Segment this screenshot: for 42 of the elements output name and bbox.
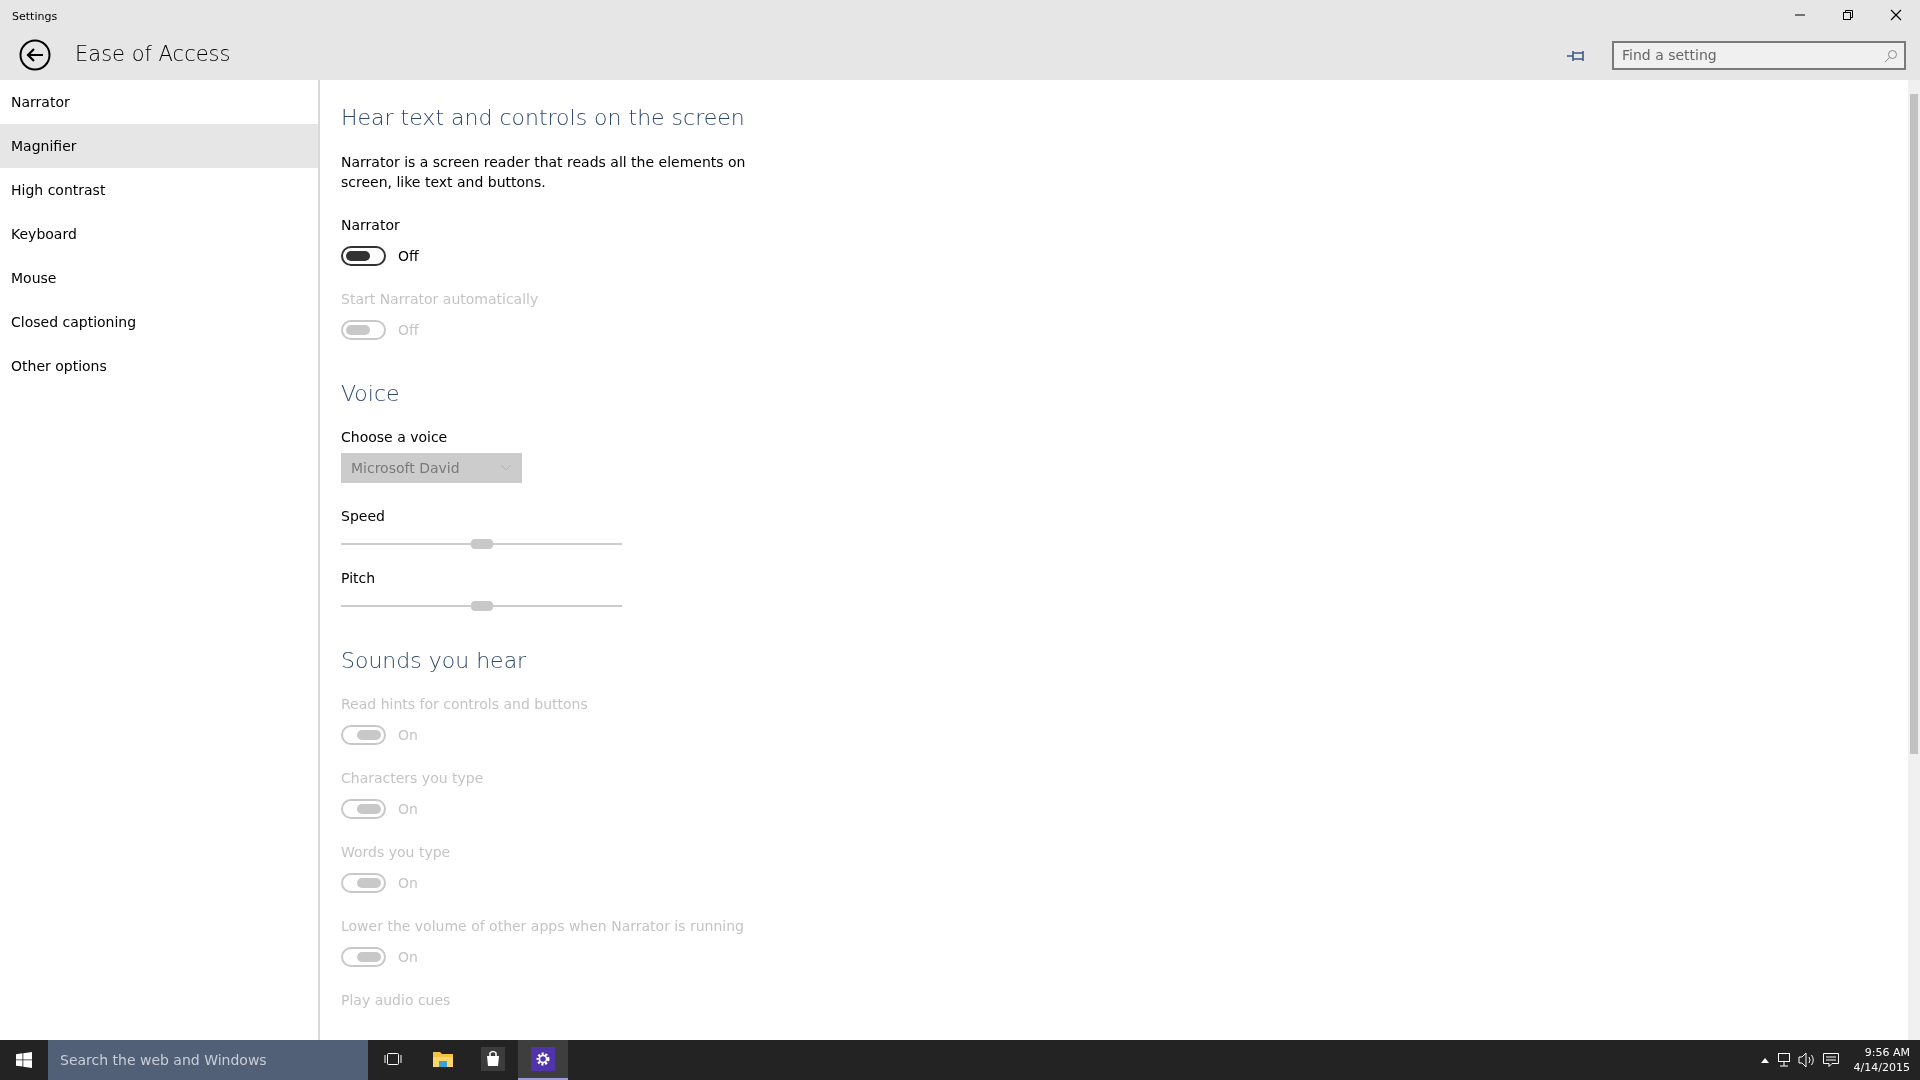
speaker-icon[interactable] — [1797, 1052, 1816, 1068]
setting-label: Words you type — [341, 843, 452, 862]
setting-label: Play audio cues — [341, 991, 452, 1010]
toggle-state-text: On — [398, 873, 418, 893]
section-heading: Hear text and controls on the screen — [341, 104, 746, 132]
sidebar-item[interactable]: Other options — [0, 344, 318, 388]
taskbar-search-field[interactable]: Search the web and Windows — [48, 1040, 368, 1080]
search-field[interactable]: Find a setting — [1612, 40, 1906, 70]
search-icon — [1884, 48, 1898, 63]
sidebar-item[interactable]: Keyboard — [0, 212, 318, 256]
sidebar-item[interactable]: Mouse — [0, 256, 318, 300]
section-heading: Voice — [341, 380, 401, 408]
chevron-down-icon — [500, 464, 512, 472]
toggle-state-text: Off — [398, 246, 419, 266]
notification-icon[interactable] — [1821, 1052, 1840, 1068]
setting-label: Characters you type — [341, 769, 485, 788]
toggle-state-text: On — [398, 947, 418, 967]
sidebar-item[interactable]: High contrast — [0, 168, 318, 212]
window-title: Settings — [11, 9, 58, 25]
section-heading: Sounds you hear — [341, 647, 528, 675]
toggle-state-text: Off — [398, 320, 419, 340]
setting-label: Lower the volume of other apps when Narrator is running — [341, 917, 745, 936]
page-title: Ease of Access — [75, 41, 231, 69]
setting-label: Read hints for controls and buttons — [341, 695, 589, 714]
settings-icon[interactable] — [518, 1040, 568, 1080]
toggle-switch[interactable] — [341, 246, 386, 266]
clock-date[interactable]: 4/14/2015 — [1853, 1060, 1910, 1075]
sidebar-item[interactable]: Closed captioning — [0, 300, 318, 344]
setting-label: Speed — [341, 507, 386, 526]
description-text: Narrator is a screen reader that reads all the elements on screen, like text and buttons. — [341, 153, 747, 192]
setting-label: Pitch — [341, 569, 377, 588]
setting-label: Start Narrator automatically — [341, 290, 540, 309]
setting-label: Narrator — [341, 216, 401, 235]
toggle-state-text: On — [398, 799, 418, 819]
setting-label: Choose a voice — [341, 428, 449, 447]
sidebar-item[interactable]: Magnifier — [0, 124, 318, 168]
clock-time[interactable]: 9:56 AM — [1853, 1045, 1910, 1060]
sidebar-item[interactable]: Narrator — [0, 80, 318, 124]
network-icon[interactable] — [1775, 1052, 1792, 1068]
up-arrow-icon[interactable] — [1759, 1056, 1770, 1064]
toggle-state-text: On — [398, 725, 418, 745]
back-icon[interactable] — [18, 38, 52, 72]
